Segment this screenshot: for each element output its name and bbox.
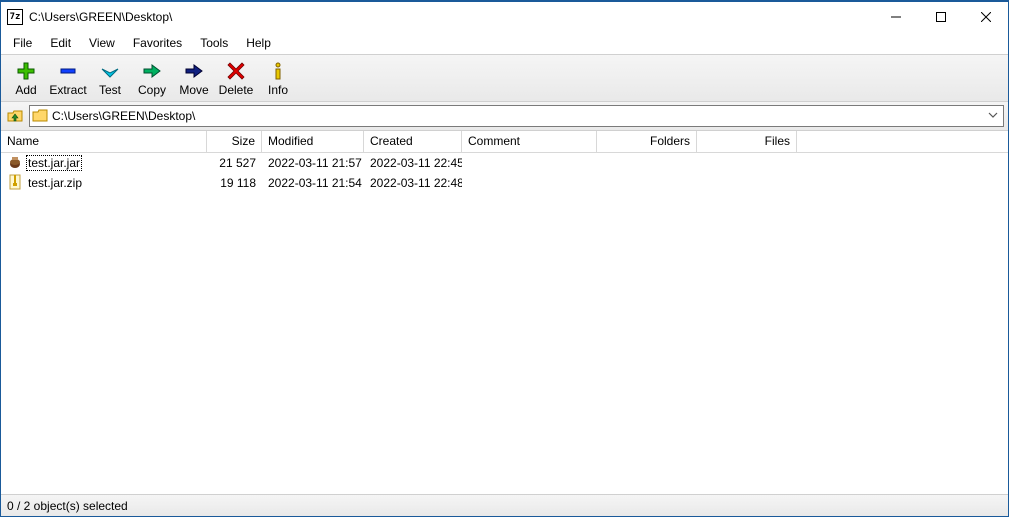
file-modified: 2022-03-11 21:57 [262, 156, 364, 170]
menu-favorites[interactable]: Favorites [125, 34, 190, 52]
file-created: 2022-03-11 22:45 [364, 156, 462, 170]
plus-icon [14, 61, 38, 81]
file-name: test.jar.jar [26, 155, 82, 171]
address-bar: C:\Users\GREEN\Desktop\ [1, 102, 1008, 131]
column-headers: Name Size Modified Created Comment Folde… [1, 131, 1008, 153]
file-name: test.jar.zip [26, 175, 84, 191]
add-button[interactable]: Add [5, 59, 47, 99]
col-size[interactable]: Size [207, 131, 262, 152]
file-size: 21 527 [207, 156, 262, 170]
x-icon [224, 61, 248, 81]
arrow-right-green-icon [140, 61, 164, 81]
app-window: 7z C:\Users\GREEN\Desktop\ File Edit Vie… [0, 0, 1009, 517]
menu-file[interactable]: File [5, 34, 40, 52]
move-label: Move [179, 83, 208, 97]
maximize-button[interactable] [918, 3, 963, 32]
arrow-right-blue-icon [182, 61, 206, 81]
up-button[interactable] [5, 106, 25, 126]
copy-button[interactable]: Copy [131, 59, 173, 99]
move-button[interactable]: Move [173, 59, 215, 99]
delete-label: Delete [219, 83, 254, 97]
file-icon [7, 154, 23, 173]
extract-label: Extract [49, 83, 86, 97]
path-combobox[interactable]: C:\Users\GREEN\Desktop\ [29, 105, 1004, 127]
status-bar: 0 / 2 object(s) selected [1, 494, 1008, 516]
info-button[interactable]: Info [257, 59, 299, 99]
col-comment[interactable]: Comment [462, 131, 597, 152]
toolbar: Add Extract Test Copy Move [1, 54, 1008, 102]
file-list[interactable]: test.jar.jar21 5272022-03-11 21:572022-0… [1, 153, 1008, 494]
extract-button[interactable]: Extract [47, 59, 89, 99]
col-modified[interactable]: Modified [262, 131, 364, 152]
file-created: 2022-03-11 22:48 [364, 176, 462, 190]
close-button[interactable] [963, 3, 1008, 32]
col-files[interactable]: Files [697, 131, 797, 152]
add-label: Add [15, 83, 36, 97]
menu-tools[interactable]: Tools [192, 34, 236, 52]
table-row[interactable]: test.jar.jar 21 5272022-03-11 21:572022-0… [1, 153, 1008, 173]
minus-icon [56, 61, 80, 81]
info-label: Info [268, 83, 288, 97]
file-modified: 2022-03-11 21:54 [262, 176, 364, 190]
folder-up-icon [7, 108, 23, 124]
chevron-down-icon[interactable] [985, 109, 1001, 123]
col-name[interactable]: Name [1, 131, 207, 152]
info-icon [266, 61, 290, 81]
col-folders[interactable]: Folders [597, 131, 697, 152]
folder-icon [32, 108, 48, 124]
table-row[interactable]: test.jar.zip 19 1182022-03-11 21:542022-0… [1, 173, 1008, 193]
menu-view[interactable]: View [81, 34, 123, 52]
file-icon [7, 174, 23, 193]
test-label: Test [99, 83, 121, 97]
minimize-button[interactable] [873, 3, 918, 32]
status-text: 0 / 2 object(s) selected [7, 499, 128, 513]
menu-help[interactable]: Help [238, 34, 279, 52]
title-bar[interactable]: 7z C:\Users\GREEN\Desktop\ [1, 2, 1008, 32]
delete-button[interactable]: Delete [215, 59, 257, 99]
check-icon [98, 61, 122, 81]
file-size: 19 118 [207, 176, 262, 190]
copy-label: Copy [138, 83, 166, 97]
app-icon: 7z [7, 9, 23, 25]
path-text: C:\Users\GREEN\Desktop\ [52, 109, 985, 123]
window-title: C:\Users\GREEN\Desktop\ [29, 10, 180, 24]
test-button[interactable]: Test [89, 59, 131, 99]
col-created[interactable]: Created [364, 131, 462, 152]
menu-edit[interactable]: Edit [42, 34, 79, 52]
menu-bar: File Edit View Favorites Tools Help [1, 32, 1008, 54]
